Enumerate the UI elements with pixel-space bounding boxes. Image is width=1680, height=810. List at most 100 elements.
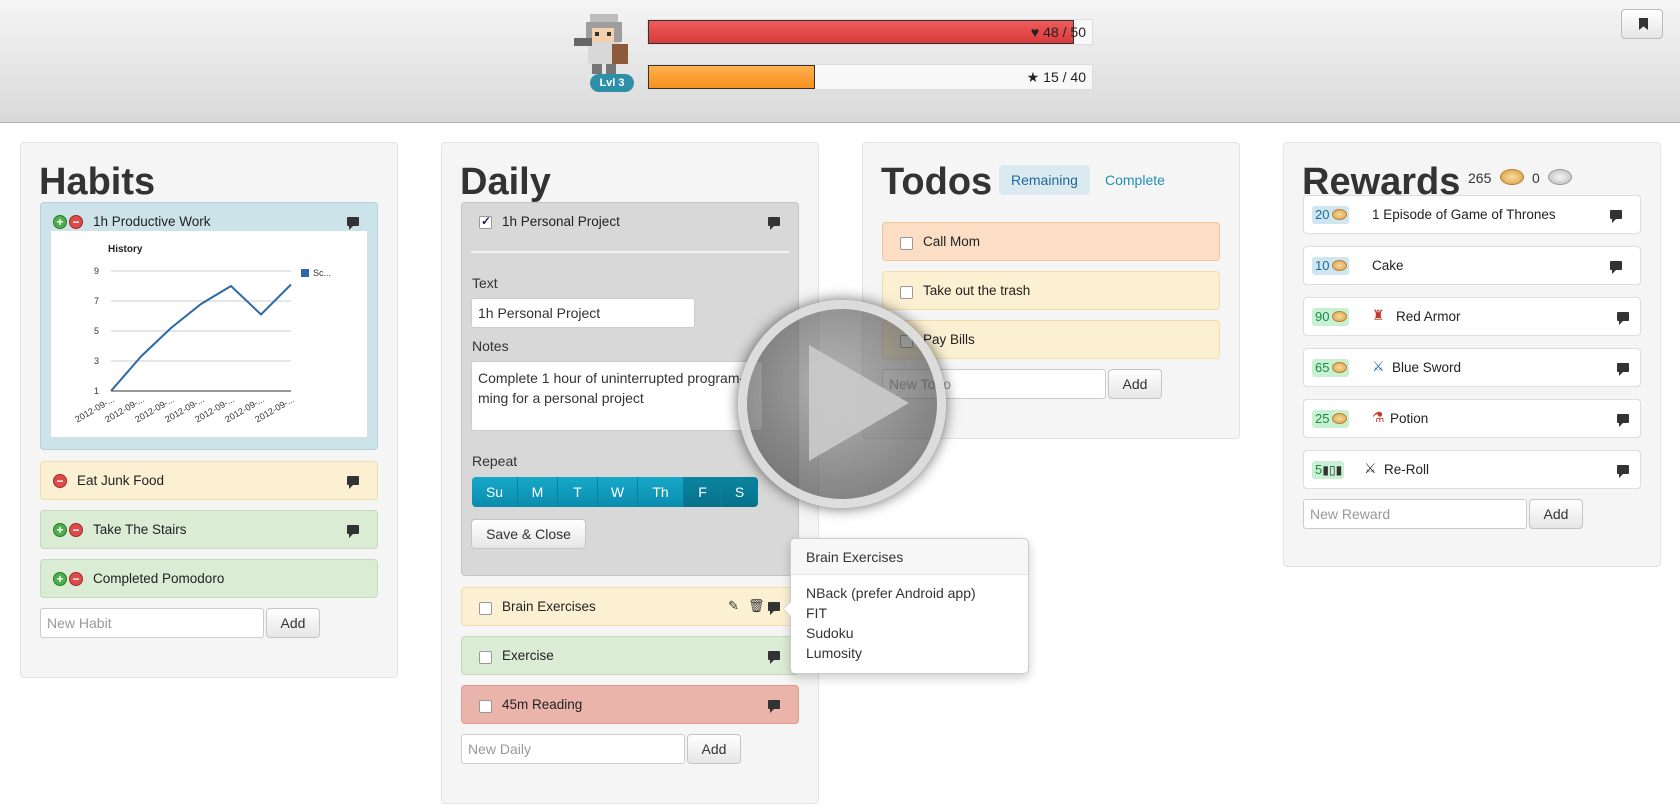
pencil-icon[interactable]: ✎ — [728, 598, 739, 614]
avatar[interactable] — [568, 8, 640, 80]
text-input[interactable]: 1h Personal Project — [471, 298, 695, 328]
comment-icon[interactable] — [1617, 312, 1629, 325]
save-close-button[interactable]: Save & Close — [471, 519, 586, 549]
chart-title: History — [108, 244, 143, 255]
habit-label: 1h Productive Work — [93, 214, 211, 229]
day-tuesday-button[interactable]: T — [558, 477, 598, 507]
todo-item[interactable]: Call Mom — [882, 222, 1220, 261]
comment-icon[interactable] — [768, 651, 780, 664]
habit-item[interactable]: + − Take The Stairs — [40, 510, 378, 549]
minus-icon[interactable]: − — [53, 474, 67, 488]
habits-title: Habits — [39, 161, 156, 203]
plus-icon[interactable]: + — [53, 523, 67, 537]
day-friday-button[interactable]: F — [684, 477, 722, 507]
reward-item[interactable]: 10 Cake — [1303, 246, 1641, 285]
minus-icon[interactable]: − — [69, 572, 83, 586]
experience-text: 15 / 40 — [1043, 69, 1086, 85]
bookmark-icon — [1639, 18, 1648, 30]
add-daily-button[interactable]: Add — [687, 734, 741, 764]
comment-icon[interactable] — [1617, 465, 1629, 478]
bookmark-button[interactable] — [1621, 9, 1663, 39]
daily-item[interactable]: Exercise — [461, 636, 799, 675]
habit-item[interactable]: − Eat Junk Food — [40, 461, 378, 500]
comment-icon[interactable] — [347, 525, 359, 538]
add-reward-button[interactable]: Add — [1529, 499, 1583, 529]
daily-checkbox[interactable] — [479, 700, 492, 713]
new-reward-input[interactable]: New Reward — [1303, 499, 1527, 529]
habits-column: Habits + − 1h Productive Work History 1 3 5… — [20, 142, 398, 678]
health-bar: ♥ 48 / 50 — [647, 19, 1093, 45]
comment-icon[interactable] — [768, 602, 780, 615]
chart-series-line — [110, 283, 292, 392]
daily-checkbox[interactable] — [479, 651, 492, 664]
comment-icon[interactable] — [1610, 210, 1622, 223]
todo-checkbox[interactable] — [900, 286, 913, 299]
potion-icon: ⚗ — [1372, 409, 1385, 425]
tab-complete[interactable]: Complete — [1093, 165, 1177, 195]
chart-y-tick: 7 — [94, 296, 99, 306]
play-video-icon[interactable] — [738, 300, 946, 508]
daily-item[interactable]: 45m Reading — [461, 685, 799, 724]
daily-label: Brain Exercises — [502, 599, 596, 614]
daily-label: 1h Personal Project — [502, 214, 620, 229]
add-habit-button[interactable]: Add — [266, 608, 320, 638]
popover-line: Lumosity — [806, 645, 863, 661]
gold-coin-icon — [1332, 362, 1348, 373]
habit-item[interactable]: + − Completed Pomodoro — [40, 559, 378, 598]
day-thursday-button[interactable]: Th — [638, 477, 684, 507]
reward-price: 25 — [1312, 410, 1350, 428]
todo-checkbox[interactable] — [900, 237, 913, 250]
reward-item[interactable]: 65 ⚔ Blue Sword — [1303, 348, 1641, 387]
habit-item[interactable]: + − 1h Productive Work History 1 3 5 7 9 2012-… — [40, 202, 378, 450]
reward-label: Red Armor — [1396, 309, 1461, 324]
reward-item[interactable]: 25 ⚗ Potion — [1303, 399, 1641, 438]
add-todo-button[interactable]: Add — [1108, 369, 1162, 399]
reward-label: 1 Episode of Game of Thrones — [1372, 207, 1556, 222]
new-habit-input[interactable]: New Habit — [40, 608, 264, 638]
reward-item[interactable]: 90 ♜ Red Armor — [1303, 297, 1641, 336]
reward-label: Potion — [1390, 411, 1429, 426]
reward-item[interactable]: 20 1 Episode of Game of Thrones — [1303, 195, 1641, 234]
todo-label: Take out the trash — [923, 283, 1031, 298]
sword-icon: ⚔ — [1372, 358, 1385, 374]
plus-icon[interactable]: + — [53, 572, 67, 586]
day-sunday-button[interactable]: Su — [472, 477, 518, 507]
reward-price-value: 65 — [1315, 360, 1330, 375]
habit-label: Take The Stairs — [93, 522, 187, 537]
comment-icon[interactable] — [347, 217, 359, 230]
todo-item[interactable]: Take out the trash — [882, 271, 1220, 310]
popover-line: NBack (prefer Android app) — [806, 585, 976, 601]
chart-legend-label: Sc... — [313, 268, 331, 278]
daily-column: Daily 1h Personal Project Text 1h Person… — [441, 142, 819, 804]
notes-textarea[interactable]: Complete 1 hour of uninterrupted program… — [471, 361, 763, 431]
minus-icon[interactable]: − — [69, 215, 83, 229]
reward-item[interactable]: 5 ▮▯▮ ⚔ Re-Roll — [1303, 450, 1641, 489]
daily-checkbox[interactable] — [479, 214, 492, 229]
daily-label: 45m Reading — [502, 697, 583, 712]
comment-icon[interactable] — [1617, 363, 1629, 376]
tab-remaining[interactable]: Remaining — [999, 165, 1090, 195]
reward-price-value: 20 — [1315, 207, 1330, 222]
comment-icon[interactable] — [1617, 414, 1629, 427]
minus-icon[interactable]: − — [69, 523, 83, 537]
gold-coin-icon — [1332, 209, 1348, 220]
new-daily-input[interactable]: New Daily — [461, 734, 685, 764]
day-saturday-button[interactable]: S — [722, 477, 758, 507]
reward-price-value: 25 — [1315, 411, 1330, 426]
comment-icon[interactable] — [347, 476, 359, 489]
day-monday-button[interactable]: M — [518, 477, 558, 507]
level-badge: Lvl 3 — [590, 74, 634, 92]
daily-item[interactable]: Brain Exercises ✎ 🗑 — [461, 587, 799, 626]
gold-coin-icon — [1332, 413, 1348, 424]
daily-checkbox[interactable] — [479, 602, 492, 615]
plus-icon[interactable]: + — [53, 215, 67, 229]
trash-icon[interactable]: 🗑 — [748, 598, 765, 614]
experience-bar-fill — [648, 65, 815, 89]
comment-icon[interactable] — [768, 700, 780, 713]
armor-icon: ♜ — [1372, 307, 1385, 323]
day-wednesday-button[interactable]: W — [598, 477, 638, 507]
todo-label: Call Mom — [923, 234, 981, 249]
gold-coin-icon — [1500, 169, 1524, 185]
comment-icon[interactable] — [768, 217, 780, 230]
comment-icon[interactable] — [1610, 261, 1622, 274]
